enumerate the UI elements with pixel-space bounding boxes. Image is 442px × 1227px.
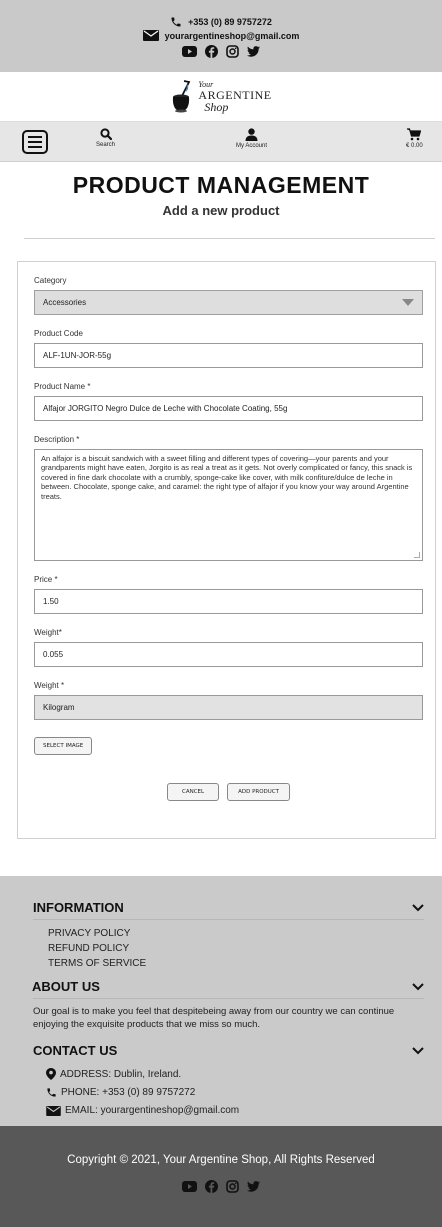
copyright-bar: Copyright © 2021, Your Argentine Shop, A… [0,1126,442,1227]
category-value: Accessories [43,298,87,307]
footer: INFORMATION PRIVACY POLICY REFUND POLICY… [0,876,442,1126]
dropdown-arrow-icon [402,299,414,306]
about-text: Our goal is to make you feel that despit… [33,1006,395,1030]
footer-contact-title: CONTACT US [33,1043,118,1058]
chevron-down-icon [412,903,424,912]
twitter-icon[interactable] [247,1180,260,1193]
footer-address-text: ADDRESS: Dublin, Ireland. [60,1068,182,1080]
footer-divider [33,919,424,920]
refund-policy-link[interactable]: REFUND POLICY [33,941,442,956]
footer-email[interactable]: EMAIL: yourargentineshop@gmail.com [33,1105,442,1116]
cancel-button[interactable]: CANCEL [166,783,220,801]
product-form: Category Accessories Product Code ALF-1U… [17,261,436,839]
facebook-icon[interactable] [205,1180,218,1193]
product-code-input[interactable]: ALF-1UN-JOR-55g [34,343,423,368]
price-input[interactable]: 1.50 [34,589,423,614]
resize-handle[interactable] [414,552,420,558]
user-icon [245,128,258,141]
nav-cart[interactable]: € 0.00 [406,128,423,149]
phone-icon [46,1087,57,1098]
nav-account[interactable]: My Account [236,128,267,149]
weight-unit-label: Weight * [34,681,65,690]
nav-cart-amount: € 0.00 [406,143,423,149]
product-name-input[interactable]: Alfajor JORGITO Negro Dulce de Leche wit… [34,396,423,421]
weight-unit-value: Kilogram [43,703,75,712]
page-subtitle: Add a new product [162,203,280,218]
page-title: PRODUCT MANAGEMENT [72,172,370,198]
youtube-icon[interactable] [182,1180,197,1193]
footer-information-title: INFORMATION [33,900,124,915]
category-select[interactable]: Accessories [34,290,423,315]
nav-search[interactable]: Search [96,128,115,148]
description-textarea[interactable]: An alfajor is a biscuit sandwich with a … [34,449,423,561]
twitter-icon[interactable] [247,46,260,57]
weight-unit-field: Kilogram [34,695,423,720]
footer-phone-text: PHONE: +353 (0) 89 9757272 [61,1087,196,1098]
instagram-icon[interactable] [226,1180,239,1193]
search-icon [99,128,112,140]
footer-contact-header[interactable]: CONTACT US [33,1043,442,1058]
envelope-icon [142,30,159,41]
nav-search-label: Search [96,142,116,148]
envelope-icon [46,1105,61,1116]
nav-account-label: My Account [236,143,268,149]
footer-phone[interactable]: PHONE: +353 (0) 89 9757272 [33,1087,442,1098]
weight-label: Weight* [34,628,62,637]
footer-email-text: EMAIL: yourargentineshop@gmail.com [65,1105,240,1116]
description-value: An alfajor is a biscuit sandwich with a … [41,454,413,501]
instagram-icon[interactable] [226,45,239,58]
code-label: Product Code [34,329,83,338]
top-phone-text: +353 (0) 89 9757272 [188,17,272,27]
logo-text: Your ARGENTINE Shop [198,80,272,114]
footer-about-header[interactable]: ABOUT US [32,979,442,994]
chevron-down-icon [412,1046,424,1055]
product-name-value: Alfajor JORGITO Negro Dulce de Leche wit… [43,404,288,413]
footer-divider [33,998,424,999]
chevron-down-icon [412,982,424,991]
facebook-icon[interactable] [205,45,218,58]
name-label: Product Name * [34,382,91,391]
copyright-text: Copyright © 2021, Your Argentine Shop, A… [67,1154,375,1166]
price-value: 1.50 [43,597,59,606]
footer-about-title: ABOUT US [32,979,100,994]
privacy-policy-link[interactable]: PRIVACY POLICY [33,926,442,941]
mate-cup-icon [170,79,194,114]
top-phone[interactable]: +353 (0) 89 9757272 [170,16,272,28]
logo-argentine: ARGENTINE [198,87,272,102]
top-contact-bar: +353 (0) 89 9757272 yourargentineshop@gm… [0,0,442,72]
page-heading: PRODUCT MANAGEMENT Add a new product [0,162,442,218]
top-email[interactable]: yourargentineshop@gmail.com [142,30,300,41]
product-code-value: ALF-1UN-JOR-55g [43,351,112,360]
cart-icon [407,128,422,141]
weight-input[interactable]: 0.055 [34,642,423,667]
weight-value: 0.055 [43,650,64,659]
footer-social-links [0,1180,442,1193]
footer-information-header[interactable]: INFORMATION [33,900,442,915]
hamburger-menu-icon[interactable] [22,130,48,154]
top-email-text: yourargentineshop@gmail.com [164,30,300,41]
phone-icon [170,16,182,28]
description-label: Description * [34,435,80,444]
main-nav: Search My Account € 0.00 [0,122,442,162]
terms-of-service-link[interactable]: TERMS OF SERVICE [33,956,442,971]
logo[interactable]: Your ARGENTINE Shop [0,72,442,122]
top-social-links [182,45,260,58]
form-actions: CANCEL ADD PRODUCT [34,783,423,801]
youtube-icon[interactable] [182,46,197,57]
add-product-button[interactable]: ADD PRODUCT [227,783,291,801]
select-image-button[interactable]: SELECT IMAGE [34,737,93,755]
footer-address: ADDRESS: Dublin, Ireland. [33,1068,442,1080]
logo-shop: Shop [204,99,229,114]
category-label: Category [34,276,67,285]
heading-divider [24,238,435,239]
location-pin-icon [46,1068,56,1080]
price-label: Price * [34,575,58,584]
